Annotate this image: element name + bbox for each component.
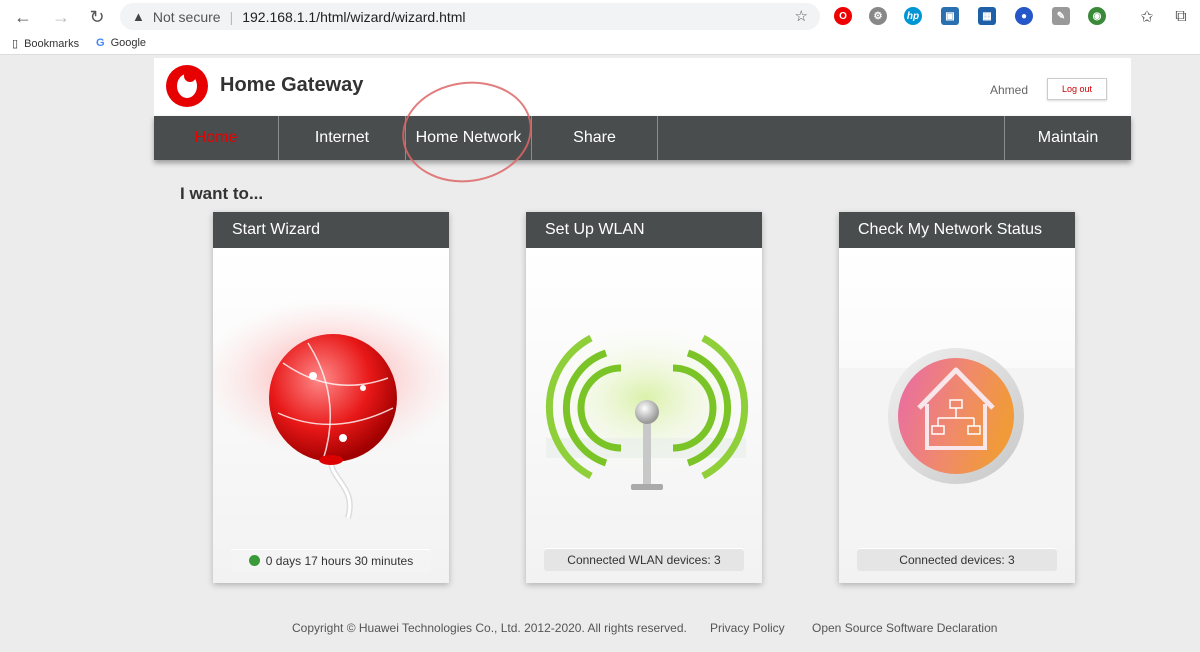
address-separator: | bbox=[229, 8, 234, 25]
bookmarks-bar: ▯ Bookmarks G Google bbox=[0, 33, 1200, 55]
nav-divider bbox=[657, 116, 658, 160]
page-title: Home Gateway bbox=[220, 74, 364, 96]
nav-item-internet[interactable]: Internet bbox=[279, 116, 405, 160]
connected-devices-status: Connected devices: 3 bbox=[857, 548, 1057, 571]
bookmarks-folder[interactable]: ▯ Bookmarks bbox=[12, 37, 80, 51]
chat-extension-icon[interactable]: ● bbox=[1015, 7, 1033, 25]
network-status-card[interactable]: Check My Network Status Connected device… bbox=[839, 212, 1075, 583]
security-label[interactable]: Not secure bbox=[153, 9, 221, 25]
card-title[interactable]: Check My Network Status bbox=[839, 212, 1075, 248]
start-wizard-card[interactable]: Start Wizard 0 days 17 hours 30 minutes bbox=[213, 212, 449, 583]
hp-extension-icon[interactable]: hp bbox=[904, 7, 922, 25]
card-body: Connected WLAN devices: 3 bbox=[526, 248, 762, 583]
nav-item-home[interactable]: Home bbox=[154, 116, 278, 160]
collections-icon[interactable]: ⧉ bbox=[1168, 4, 1194, 30]
google-icon: G bbox=[96, 37, 105, 49]
back-arrow-icon[interactable]: ← bbox=[10, 4, 36, 30]
main-navbar: Home Internet Home Network Share Maintai… bbox=[154, 116, 1131, 160]
reload-icon[interactable]: ↻ bbox=[84, 4, 110, 30]
nav-item-home-network[interactable]: Home Network bbox=[406, 116, 531, 160]
browser-toolbar: ← → ↻ ▲ Not secure | 192.168.1.1/html/wi… bbox=[0, 0, 1200, 33]
opera-extension-icon[interactable]: O bbox=[834, 7, 852, 25]
warning-icon[interactable]: ▲ bbox=[132, 9, 145, 24]
vodafone-logo-icon[interactable] bbox=[166, 65, 208, 107]
logo-quote-shape bbox=[184, 70, 196, 82]
page-icon: ▯ bbox=[12, 38, 19, 50]
oss-declaration-link[interactable]: Open Source Software Declaration bbox=[812, 621, 997, 635]
bookmarks-label: Bookmarks bbox=[24, 37, 80, 50]
section-heading: I want to... bbox=[180, 184, 264, 203]
uptime-text: 0 days 17 hours 30 minutes bbox=[265, 553, 414, 568]
card-body: 0 days 17 hours 30 minutes bbox=[213, 248, 449, 583]
pen-extension-icon[interactable]: ✎ bbox=[1052, 7, 1070, 25]
bookmark-star-icon[interactable]: ☆ bbox=[795, 7, 808, 25]
home-network-icon bbox=[839, 348, 1075, 518]
nav-item-share[interactable]: Share bbox=[532, 116, 657, 160]
wlan-devices-status: Connected WLAN devices: 3 bbox=[544, 548, 744, 571]
card-body: Connected devices: 3 bbox=[839, 248, 1075, 583]
privacy-policy-link[interactable]: Privacy Policy bbox=[710, 621, 785, 635]
gear-extension-icon[interactable]: ⚙ bbox=[869, 7, 887, 25]
setup-wlan-card[interactable]: Set Up WLAN Connected WLAN devices: 3 bbox=[526, 212, 762, 583]
card-title[interactable]: Set Up WLAN bbox=[526, 212, 762, 248]
url-text[interactable]: 192.168.1.1/html/wizard/wizard.html bbox=[242, 9, 465, 25]
forward-arrow-icon[interactable]: → bbox=[48, 4, 74, 30]
card-title[interactable]: Start Wizard bbox=[213, 212, 449, 248]
nav-item-maintain[interactable]: Maintain bbox=[1005, 116, 1131, 160]
globe-balloon-icon bbox=[213, 298, 449, 519]
address-bar[interactable]: ▲ Not secure | 192.168.1.1/html/wizard/w… bbox=[120, 3, 820, 30]
clock-icon bbox=[248, 555, 260, 566]
uptime-status: 0 days 17 hours 30 minutes bbox=[231, 549, 431, 572]
gateway-header: Home Gateway Ahmed Log out bbox=[154, 58, 1131, 116]
google-label: Google bbox=[110, 37, 147, 49]
monitor-extension-icon[interactable]: ▣ bbox=[941, 7, 959, 25]
calendar-extension-icon[interactable]: ▦ bbox=[978, 7, 996, 25]
copyright-text: Copyright © Huawei Technologies Co., Ltd… bbox=[292, 621, 687, 635]
favorites-icon[interactable]: ✩ bbox=[1134, 4, 1160, 30]
user-name: Ahmed bbox=[990, 83, 1029, 97]
globe-extension-icon[interactable]: ◉ bbox=[1088, 7, 1106, 25]
logout-button[interactable]: Log out bbox=[1047, 78, 1107, 100]
google-bookmark[interactable]: G Google bbox=[96, 37, 146, 49]
wifi-antenna-icon bbox=[536, 318, 756, 490]
